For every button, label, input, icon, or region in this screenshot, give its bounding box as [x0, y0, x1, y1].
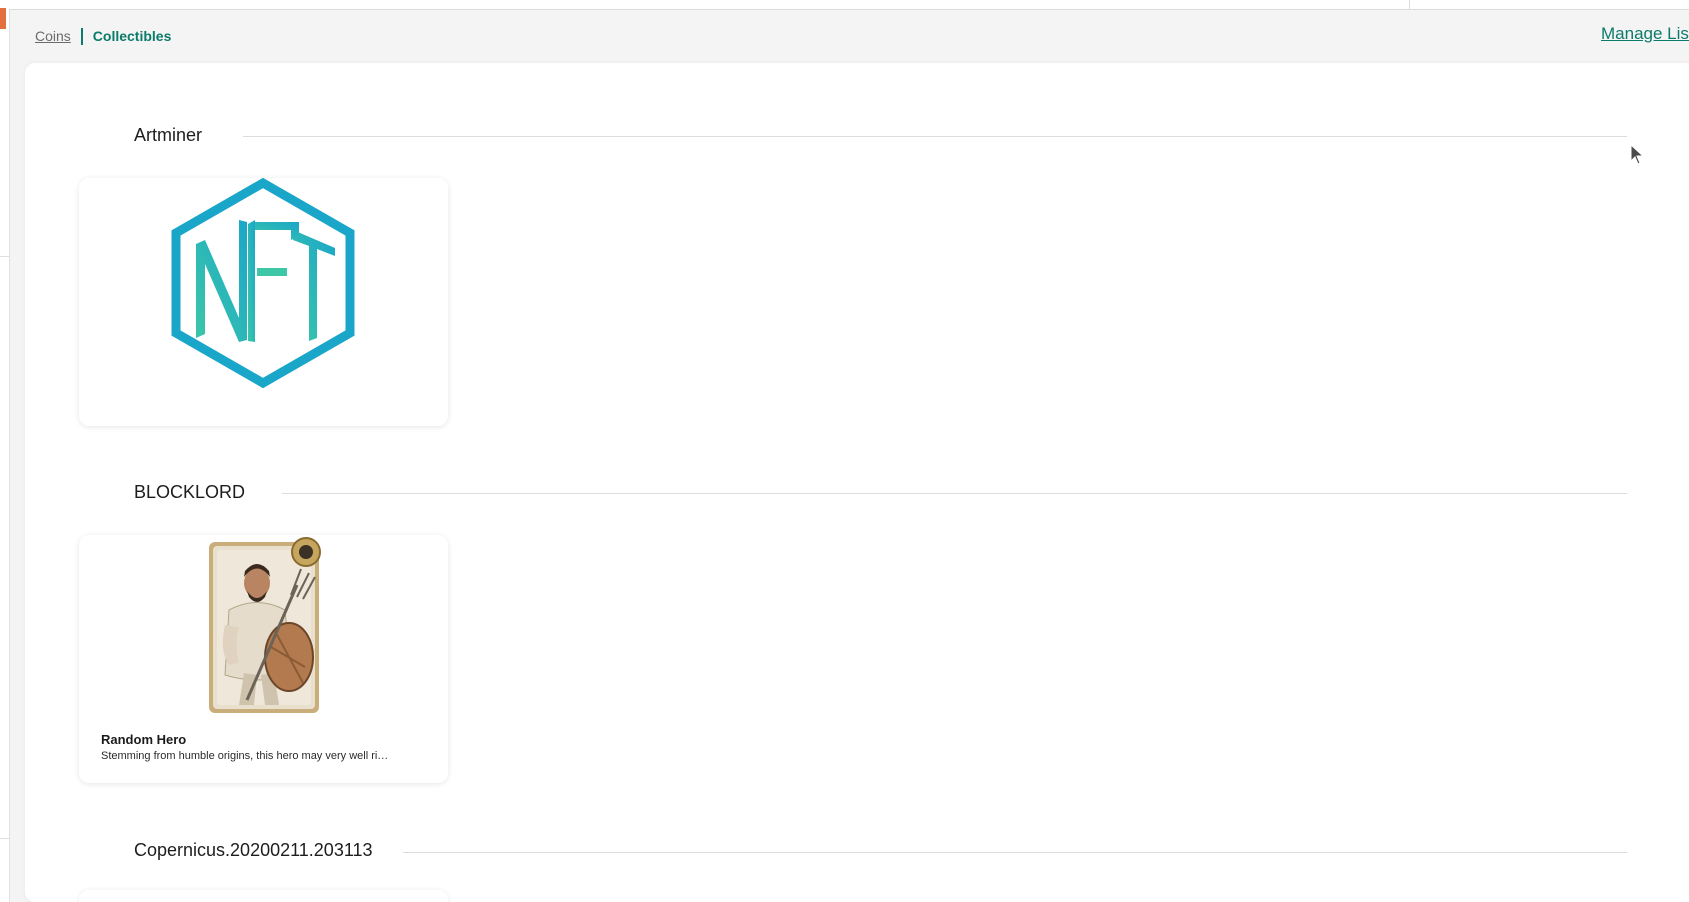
mouse-cursor-icon: [1630, 144, 1644, 165]
edge-divider: [0, 256, 9, 257]
tab-divider: [80, 27, 83, 45]
group-title: Artminer: [134, 124, 203, 145]
collectible-card[interactable]: Random Hero Stemming from humble origins…: [79, 535, 448, 783]
nft-logo-icon: [171, 178, 355, 389]
group-header-copernicus: Copernicus.20200211.203113: [134, 838, 373, 862]
orange-edge-marker: [0, 8, 6, 29]
manage-list-link[interactable]: Manage List: [1601, 24, 1689, 44]
tab-coins[interactable]: Coins: [35, 28, 71, 44]
edge-divider: [0, 838, 9, 839]
group-title: BLOCKLORD: [134, 481, 246, 502]
group-divider: [403, 852, 1627, 853]
collectible-card[interactable]: [79, 178, 448, 426]
collection-tabs: Coins Collectibles: [35, 26, 171, 46]
left-edge-strip: [0, 0, 10, 902]
group-header-blocklord: BLOCKLORD: [134, 480, 245, 504]
group-divider: [282, 493, 1627, 494]
collectible-card[interactable]: [79, 890, 448, 902]
group-divider: [243, 136, 1627, 137]
tab-collectibles[interactable]: Collectibles: [93, 28, 172, 44]
collectible-title: Random Hero: [101, 732, 187, 747]
top-edge-strip: [9, 0, 1689, 10]
collectible-description: Stemming from humble origins, this hero …: [101, 750, 389, 762]
group-header-artminer: Artminer: [134, 123, 202, 147]
group-title: Copernicus.20200211.203113: [134, 839, 373, 860]
hero-card-image: [209, 537, 321, 713]
top-edge-separator: [1409, 0, 1410, 9]
